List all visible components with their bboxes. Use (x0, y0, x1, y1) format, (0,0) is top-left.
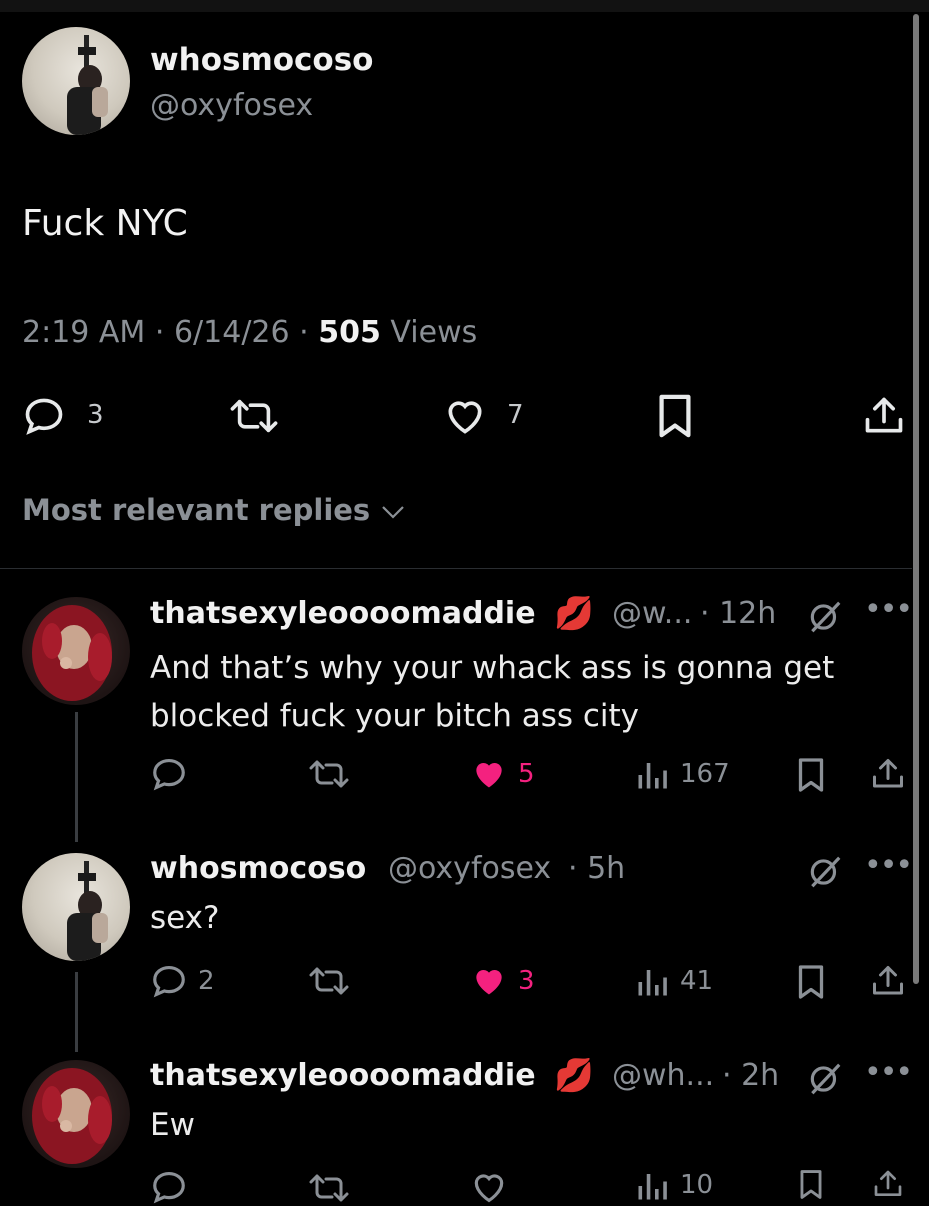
meta-separator: · (154, 315, 165, 350)
more-icon[interactable]: ••• (864, 1055, 913, 1090)
tweet-meta: 2:19 AM · 6/14/26 · 505 Views (22, 315, 477, 350)
views-icon[interactable] (634, 757, 670, 793)
avatar-photo (67, 35, 108, 135)
views-count: 10 (680, 1170, 714, 1200)
reply-icon[interactable] (150, 755, 188, 793)
reply-text: sex? (150, 900, 220, 936)
author-handle[interactable]: @oxyfosex (150, 88, 313, 123)
share-icon[interactable] (862, 393, 906, 439)
reply-text-line: blocked fuck your bitch ass city (150, 698, 640, 734)
views-icon[interactable] (634, 964, 670, 1000)
reply-icon[interactable] (22, 394, 66, 438)
more-icon[interactable]: ••• (864, 592, 913, 627)
divider (0, 568, 912, 569)
tweet-text: Fuck NYC (22, 203, 188, 244)
avatar-photo (32, 1068, 112, 1164)
views-count: 167 (680, 759, 730, 789)
tweet-time: 2:19 AM (22, 315, 146, 350)
retweet-icon[interactable] (306, 1170, 352, 1206)
reply-display-name[interactable]: thatsexyleoooomaddie (150, 1058, 536, 1093)
grok-icon[interactable] (805, 598, 845, 636)
share-icon[interactable] (870, 755, 906, 793)
reply-display-name[interactable]: thatsexyleoooomaddie (150, 596, 536, 631)
reply-time[interactable]: · 5h (568, 851, 625, 886)
lips-emoji: 💋 (554, 1056, 594, 1094)
avatar[interactable] (22, 853, 130, 961)
scrollbar[interactable] (913, 14, 919, 984)
lips-emoji: 💋 (554, 594, 594, 632)
thread-line (75, 972, 78, 1052)
retweet-icon[interactable] (306, 963, 352, 999)
like-icon[interactable] (443, 394, 487, 438)
grok-icon[interactable] (805, 853, 845, 891)
status-bar-strip (0, 0, 929, 12)
liked-heart-icon[interactable] (470, 755, 508, 793)
like-count: 7 (507, 400, 524, 430)
bookmark-icon[interactable] (796, 756, 826, 794)
reply-count: 3 (87, 400, 104, 430)
reply-count: 2 (198, 966, 215, 996)
reply-handle[interactable]: @w... (612, 596, 692, 631)
views-count[interactable]: 505 (318, 315, 381, 350)
reply-icon[interactable] (150, 962, 188, 1000)
like-count: 3 (518, 966, 535, 996)
reply-handle[interactable]: @wh... (612, 1058, 714, 1093)
avatar-photo (67, 861, 108, 961)
retweet-icon[interactable] (306, 756, 352, 792)
bookmark-icon[interactable] (796, 963, 826, 1001)
avatar[interactable] (22, 597, 130, 705)
more-icon[interactable]: ••• (864, 848, 913, 883)
avatar[interactable] (22, 1060, 130, 1168)
views-icon[interactable] (634, 1168, 670, 1204)
views-label: Views (390, 315, 478, 350)
bookmark-icon[interactable] (796, 1169, 826, 1200)
share-icon[interactable] (870, 1168, 906, 1200)
author-display-name[interactable]: whosmocoso (150, 42, 373, 78)
reply-time[interactable]: · 2h (722, 1058, 779, 1093)
views-count: 41 (680, 966, 714, 996)
avatar[interactable] (22, 27, 130, 135)
like-count: 5 (518, 759, 535, 789)
grok-icon[interactable] (805, 1060, 845, 1098)
tweet-date: 6/14/26 (173, 315, 290, 350)
reply-text: Ew (150, 1107, 195, 1143)
meta-separator: · (299, 315, 309, 350)
like-icon[interactable] (470, 1168, 508, 1206)
retweet-icon[interactable] (227, 394, 281, 438)
reply-icon[interactable] (150, 1168, 188, 1206)
liked-heart-icon[interactable] (470, 962, 508, 1000)
thread-line (75, 712, 78, 842)
share-icon[interactable] (870, 962, 906, 1000)
replies-sort-label: Most relevant replies (22, 493, 371, 527)
avatar-photo (32, 605, 112, 701)
reply-time[interactable]: · 12h (700, 596, 776, 631)
bookmark-icon[interactable] (655, 393, 695, 439)
chevron-down-icon (382, 506, 405, 519)
replies-sort-dropdown[interactable]: Most relevant replies (22, 493, 406, 527)
reply-display-name[interactable]: whosmocoso (150, 851, 366, 886)
reply-text: And that’s why your whack ass is gonna g… (150, 644, 834, 740)
reply-text-line: And that’s why your whack ass is gonna g… (150, 650, 835, 686)
reply-handle[interactable]: @oxyfosex (388, 851, 551, 886)
